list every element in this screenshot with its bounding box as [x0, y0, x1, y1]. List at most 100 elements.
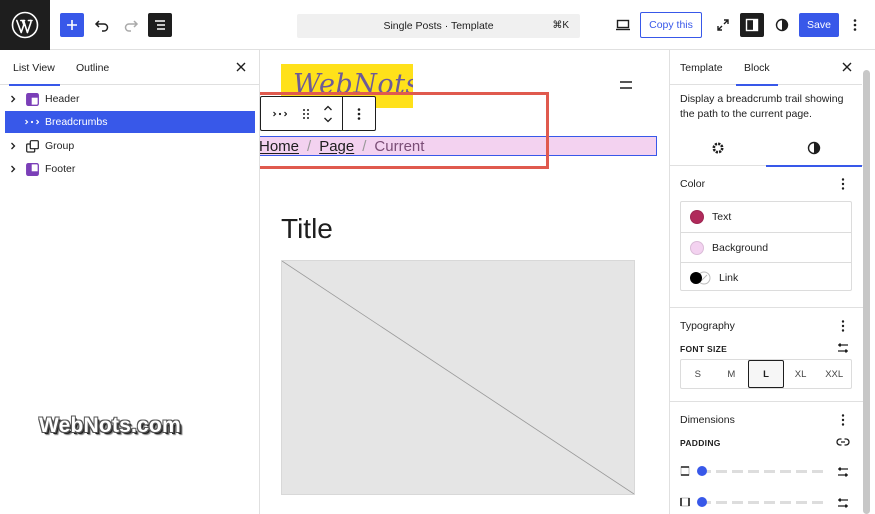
- zoom-out-button[interactable]: [713, 13, 733, 37]
- document-overview-button[interactable]: [148, 13, 172, 37]
- settings-sidebar-button[interactable]: [740, 13, 764, 37]
- redo-icon: [124, 20, 139, 32]
- padding-vertical-custom-button[interactable]: [836, 465, 850, 479]
- options-menu-button[interactable]: [847, 13, 863, 37]
- color-item-label: Background: [712, 241, 769, 254]
- tab-outline[interactable]: Outline: [76, 50, 109, 85]
- tab-styles[interactable]: [766, 130, 862, 167]
- font-size-option-xl[interactable]: XL: [784, 360, 818, 388]
- copy-this-button[interactable]: Copy this: [640, 12, 702, 38]
- section-divider: [670, 307, 863, 308]
- font-size-label: FONT SIZE: [680, 344, 728, 354]
- command-shortcut: ⌘K: [552, 20, 569, 31]
- list-item-label: Breadcrumbs: [45, 116, 108, 128]
- close-sidebar-button[interactable]: [839, 59, 855, 75]
- color-item-link[interactable]: Link: [681, 262, 851, 292]
- highlight-annotation-frame: [260, 92, 549, 169]
- color-options-button[interactable]: [838, 177, 848, 191]
- sidebar-scrollbar[interactable]: [863, 70, 870, 514]
- custom-font-size-button[interactable]: [836, 341, 850, 355]
- list-item-label: Header: [45, 93, 80, 105]
- editor-top-bar: Single Posts · Template ⌘K Copy this Sav…: [0, 0, 875, 50]
- settings-sliders-icon: [838, 467, 848, 477]
- settings-sidebar: Template Block Display a breadcrumb trai…: [669, 50, 863, 514]
- list-item-label: Group: [45, 140, 75, 152]
- dimensions-options-button[interactable]: [838, 413, 848, 427]
- close-list-view-button[interactable]: [233, 59, 249, 75]
- sidebar-icon: [745, 18, 759, 32]
- block-inspector-tabs: [670, 130, 863, 167]
- hamburger-menu-icon: [620, 81, 632, 89]
- color-item-background[interactable]: Background: [681, 232, 851, 262]
- image-placeholder-diagonal: [282, 261, 634, 494]
- settings-sliders-icon: [838, 343, 848, 353]
- padding-horizontal-slider-track[interactable]: [700, 501, 828, 504]
- global-styles-button[interactable]: [772, 13, 792, 37]
- list-view-panel: List View Outline Header Breadcrumbs Gro…: [0, 50, 260, 514]
- font-size-option-l[interactable]: L: [748, 360, 784, 388]
- color-item-label: Text: [712, 211, 732, 223]
- font-size-option-xxl[interactable]: XXL: [817, 360, 851, 388]
- navigation-menu-toggle[interactable]: [619, 79, 633, 91]
- block-description: Display a breadcrumb trail showing the p…: [680, 93, 844, 120]
- font-size-option-m[interactable]: M: [715, 360, 749, 388]
- kebab-menu-icon: [853, 19, 857, 31]
- editor-canvas[interactable]: WebNots Home / Page / Current Title: [260, 50, 669, 514]
- gear-icon: [712, 142, 724, 154]
- kebab-menu-icon: [841, 414, 845, 426]
- chevron-right-icon[interactable]: [5, 165, 21, 173]
- color-settings-group: Text Background Link: [680, 201, 852, 291]
- wordpress-icon: [11, 11, 39, 39]
- color-item-text[interactable]: Text: [681, 202, 851, 232]
- close-icon: [236, 62, 246, 72]
- tab-settings[interactable]: [670, 130, 766, 166]
- undo-button[interactable]: [92, 13, 112, 37]
- sidebar-tabs: Template Block: [670, 50, 862, 86]
- padding-vertical-slider-handle[interactable]: [697, 466, 707, 476]
- padding-horizontal-control: [680, 496, 852, 510]
- background-color-swatch: [690, 240, 704, 255]
- header-block-icon: [24, 91, 40, 107]
- padding-horizontal-slider-handle[interactable]: [697, 497, 707, 507]
- text-color-swatch: [690, 210, 704, 224]
- tab-block[interactable]: Block: [736, 50, 778, 86]
- post-title-block[interactable]: Title: [281, 213, 333, 245]
- block-inserter-button[interactable]: [60, 13, 84, 37]
- padding-horizontal-icon: [680, 497, 690, 507]
- link-icon: [836, 438, 850, 446]
- template-title: Single Posts · Template: [383, 20, 494, 32]
- list-item-footer[interactable]: Footer: [5, 158, 255, 180]
- list-item-group[interactable]: Group: [5, 135, 255, 157]
- expand-icon: [717, 19, 729, 31]
- settings-sliders-icon: [838, 498, 848, 508]
- font-size-option-s[interactable]: S: [681, 360, 715, 388]
- list-item-header[interactable]: Header: [5, 88, 255, 110]
- chevron-right-icon[interactable]: [5, 142, 21, 150]
- group-block-icon: [24, 138, 40, 154]
- chevron-right-icon[interactable]: [5, 95, 21, 103]
- redo-button[interactable]: [121, 13, 141, 37]
- padding-label: PADDING: [680, 438, 721, 448]
- command-palette-bar[interactable]: Single Posts · Template ⌘K: [297, 14, 580, 38]
- wordpress-logo-button[interactable]: [0, 0, 50, 50]
- padding-horizontal-custom-button[interactable]: [836, 496, 850, 510]
- featured-image-placeholder[interactable]: [281, 260, 635, 495]
- desktop-icon: [616, 19, 630, 31]
- unlink-sides-button[interactable]: [836, 435, 850, 449]
- color-section-title: Color: [680, 178, 706, 190]
- typography-options-button[interactable]: [838, 319, 848, 333]
- tab-list-view[interactable]: List View: [9, 50, 60, 86]
- section-divider: [670, 401, 863, 402]
- breadcrumbs-block-icon: [24, 114, 40, 130]
- color-item-label: Link: [719, 271, 739, 284]
- save-button[interactable]: Save: [799, 13, 839, 37]
- kebab-menu-icon: [841, 178, 845, 190]
- list-item-breadcrumbs[interactable]: Breadcrumbs: [5, 111, 255, 133]
- footer-block-icon: [24, 161, 40, 177]
- tab-template[interactable]: Template: [680, 50, 723, 85]
- device-preview-button[interactable]: [613, 13, 633, 37]
- dimensions-section-title: Dimensions: [680, 414, 735, 426]
- padding-vertical-icon: [680, 466, 690, 476]
- padding-vertical-slider-track[interactable]: [700, 470, 828, 473]
- list-view-icon: [155, 20, 165, 30]
